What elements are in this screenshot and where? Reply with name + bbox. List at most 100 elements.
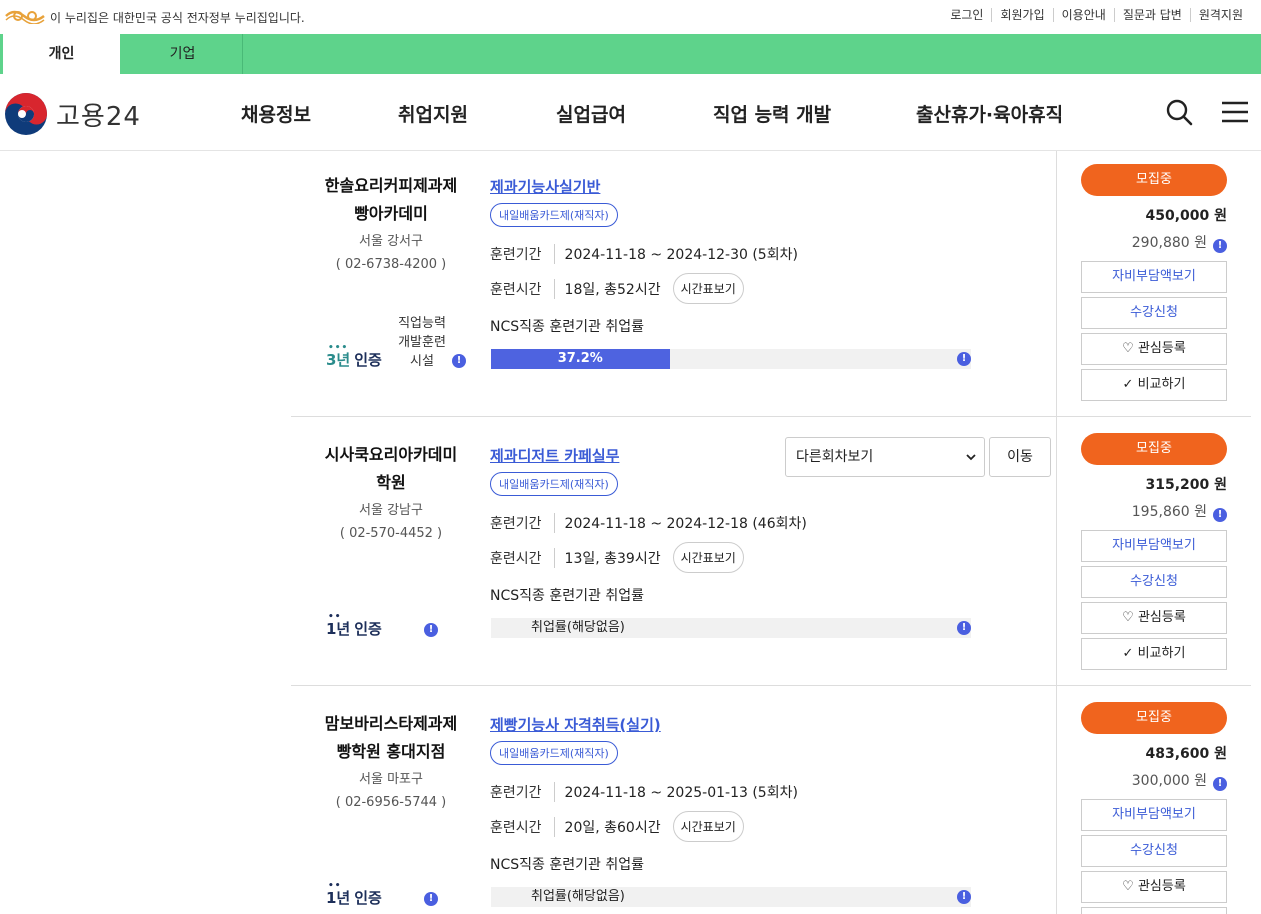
- employment-info-icon[interactable]: !: [957, 352, 971, 366]
- time-label: 훈련시간: [490, 547, 555, 568]
- apply-button[interactable]: 수강신청: [1081, 566, 1227, 598]
- interest-button[interactable]: ♡ 관심등록: [1081, 602, 1227, 634]
- certification-badge: ••• 3년 인증: [326, 343, 382, 370]
- remote-support-link[interactable]: 원격지원: [1189, 8, 1251, 22]
- nav-employment-support[interactable]: 취업지원: [398, 100, 468, 127]
- top-utility-bar: 이 누리집은 대한민국 공식 전자정부 누리집입니다. 로그인 회원가입 이용안…: [0, 0, 1261, 34]
- institution-info: 맘보바리스타제과제 빵학원 홍대지점 서울 마포구 ( 02-6956-5744…: [296, 710, 486, 810]
- price-info-icon[interactable]: !: [1213, 508, 1227, 522]
- compare-label: 비교하기: [1137, 377, 1186, 392]
- self-pay-value: 300,000 원: [1131, 773, 1207, 789]
- self-pay-price: 300,000 원!: [1081, 771, 1227, 791]
- audience-tab-bar: 개인 기업: [0, 34, 1261, 74]
- training-period: 훈련기간 2024-11-18 ~ 2025-01-13 (5회차): [490, 782, 798, 802]
- compare-label: 비교하기: [1137, 646, 1186, 661]
- institution-name-line1[interactable]: 한솔요리커피제과제: [296, 172, 486, 200]
- time-value: 18일, 총52시간: [564, 281, 661, 298]
- tab-company[interactable]: 기업: [123, 34, 243, 74]
- round-select-value: 다른회차보기: [796, 449, 874, 465]
- heart-icon: ♡: [1122, 879, 1134, 894]
- institution-info: 한솔요리커피제과제 빵아카데미 서울 강서구 ( 02-6738-4200 ): [296, 172, 486, 272]
- course-card: 시사쿡요리아카데미 학원 서울 강남구 ( 02-570-4452 ) •• 1년…: [0, 420, 1261, 689]
- cert-dots-icon: ••: [328, 612, 342, 622]
- recruit-status-badge: 모집중: [1081, 433, 1227, 465]
- taegeuk-icon: [5, 93, 47, 135]
- hamburger-menu-icon[interactable]: [1220, 100, 1250, 124]
- move-button[interactable]: 이동: [989, 437, 1051, 477]
- course-actions: 모집중 483,600 원 300,000 원! 자비부담액보기 수강신청 ♡ …: [1081, 702, 1227, 914]
- guide-link[interactable]: 이용안내: [1052, 8, 1114, 22]
- compare-button[interactable]: ✓ 비교하기: [1081, 638, 1227, 670]
- self-pay-button[interactable]: 자비부담액보기: [1081, 261, 1227, 293]
- course-title-link[interactable]: 제과기능사실기반: [490, 176, 618, 197]
- interest-button[interactable]: ♡ 관심등록: [1081, 871, 1227, 903]
- training-time: 훈련시간 18일, 총52시간 시간표보기: [490, 273, 744, 304]
- institution-info: 시사쿡요리아카데미 학원 서울 강남구 ( 02-570-4452 ): [296, 441, 486, 541]
- compare-button[interactable]: ✓ 비교하기: [1081, 369, 1227, 401]
- search-icon[interactable]: [1165, 98, 1193, 126]
- price-info-icon[interactable]: !: [1213, 777, 1227, 791]
- compare-button[interactable]: ✓ 비교하기: [1081, 907, 1227, 914]
- self-pay-button[interactable]: 자비부담액보기: [1081, 799, 1227, 831]
- course-header: 제과기능사실기반 내일배움카드제(재직자): [490, 176, 618, 227]
- course-header: 제빵기능사 자격취득(실기) 내일배움카드제(재직자): [490, 714, 661, 765]
- course-price: 450,000 원: [1145, 208, 1227, 224]
- login-link[interactable]: 로그인: [942, 8, 991, 22]
- qna-link[interactable]: 질문과 답변: [1113, 8, 1190, 22]
- apply-button[interactable]: 수강신청: [1081, 835, 1227, 867]
- cert-info-icon[interactable]: !: [424, 892, 438, 906]
- main-header: 고용24 채용정보 취업지원 실업급여 직업 능력 개발 출산휴가·육아휴직: [0, 74, 1261, 151]
- institution-area: 서울 강서구: [359, 234, 423, 249]
- period-value: 2024-11-18 ~ 2024-12-30 (5회차): [564, 247, 798, 263]
- employment-info-icon[interactable]: !: [957, 621, 971, 635]
- certification-badge: •• 1년 인증: [326, 881, 382, 908]
- institution-name-line2[interactable]: 학원: [296, 469, 486, 497]
- nav-parental-leave[interactable]: 출산휴가·육아휴직: [916, 100, 1063, 127]
- training-time: 훈련시간 20일, 총60시간 시간표보기: [490, 811, 744, 842]
- timetable-button[interactable]: 시간표보기: [672, 811, 744, 842]
- nav-vocational-training[interactable]: 직업 능력 개발: [713, 100, 831, 127]
- institution-name-line2[interactable]: 빵학원 홍대지점: [296, 738, 486, 766]
- course-actions: 모집중 315,200 원 195,860 원! 자비부담액보기 수강신청 ♡ …: [1081, 433, 1227, 670]
- interest-label: 관심등록: [1137, 610, 1186, 625]
- egov-notice: 이 누리집은 대한민국 공식 전자정부 누리집입니다.: [50, 11, 305, 25]
- timetable-button[interactable]: 시간표보기: [672, 273, 744, 304]
- cert-label: 인증: [354, 889, 382, 907]
- self-pay-value: 195,860 원: [1131, 504, 1207, 520]
- interest-button[interactable]: ♡ 관심등록: [1081, 333, 1227, 365]
- cert-dots-icon: •••: [328, 343, 349, 353]
- cert-dots-icon: ••: [328, 881, 342, 891]
- timetable-button[interactable]: 시간표보기: [672, 542, 744, 573]
- institution-name-line1[interactable]: 시사쿡요리아카데미: [296, 441, 486, 469]
- certification-badge: •• 1년 인증: [326, 612, 382, 639]
- time-value: 20일, 총60시간: [564, 819, 661, 836]
- round-select[interactable]: 다른회차보기: [785, 437, 985, 477]
- self-pay-button[interactable]: 자비부담액보기: [1081, 530, 1227, 562]
- cert-info-icon[interactable]: !: [424, 623, 438, 637]
- check-icon: ✓: [1122, 646, 1134, 661]
- employment-info-icon[interactable]: !: [957, 890, 971, 904]
- nav-jobs[interactable]: 채용정보: [241, 100, 311, 127]
- interest-label: 관심등록: [1137, 341, 1186, 356]
- institution-phone: ( 02-6738-4200 ): [335, 257, 447, 272]
- course-card: 맘보바리스타제과제 빵학원 홍대지점 서울 마포구 ( 02-6956-5744…: [0, 689, 1261, 914]
- cert-years: •• 1년: [326, 881, 350, 908]
- course-price: 483,600 원: [1145, 746, 1227, 762]
- signup-link[interactable]: 회원가입: [991, 8, 1052, 22]
- employment-rate-bar: 37.2% !: [491, 349, 971, 369]
- self-pay-price: 290,880 원!: [1081, 233, 1227, 253]
- recruit-status-badge: 모집중: [1081, 702, 1227, 734]
- cert-info-icon[interactable]: !: [452, 354, 466, 368]
- price-info-icon[interactable]: !: [1213, 239, 1227, 253]
- course-title-link[interactable]: 제빵기능사 자격취득(실기): [490, 714, 661, 735]
- institution-name-line2[interactable]: 빵아카데미: [296, 200, 486, 228]
- course-title-link[interactable]: 제과디저트 카페실무: [490, 445, 619, 466]
- employment-rate-bar: 취업률(해당없음) !: [491, 618, 971, 638]
- employment-rate-bar: 취업률(해당없음) !: [491, 887, 971, 907]
- apply-button[interactable]: 수강신청: [1081, 297, 1227, 329]
- training-period: 훈련기간 2024-11-18 ~ 2024-12-18 (46회차): [490, 513, 807, 533]
- brand-logo[interactable]: 고용24: [4, 92, 141, 136]
- tab-personal[interactable]: 개인: [0, 34, 120, 74]
- institution-name-line1[interactable]: 맘보바리스타제과제: [296, 710, 486, 738]
- nav-unemployment-benefit[interactable]: 실업급여: [556, 100, 626, 127]
